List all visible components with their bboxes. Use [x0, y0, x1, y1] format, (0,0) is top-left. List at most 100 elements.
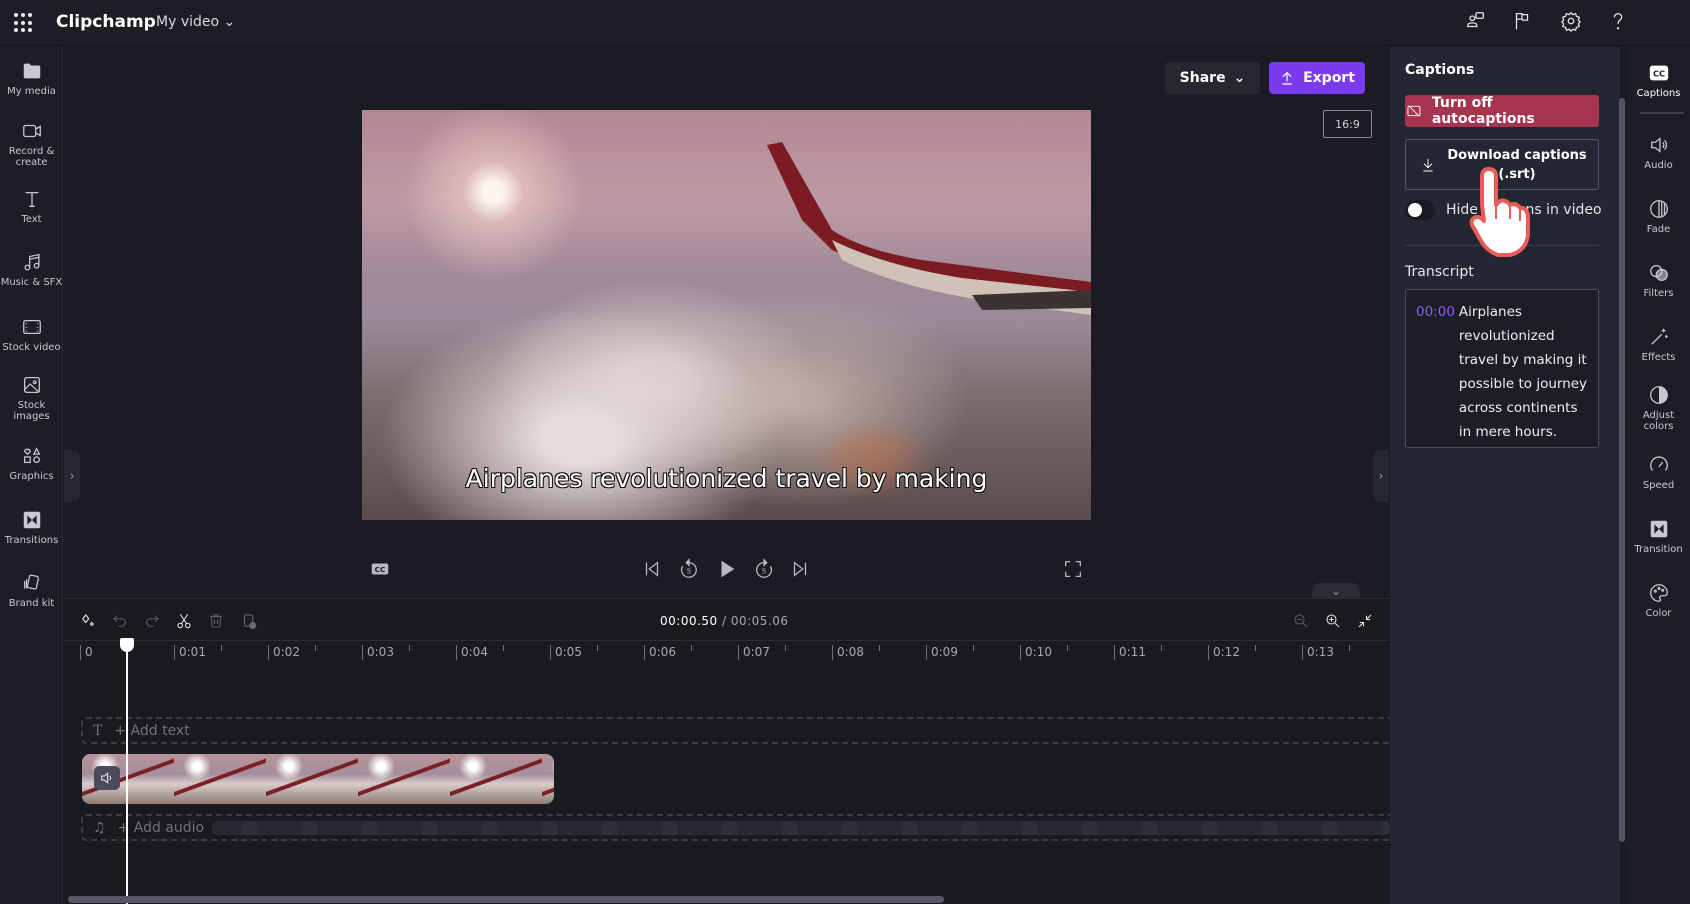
clip-thumbnail	[358, 754, 450, 804]
text-icon	[25, 191, 38, 207]
ruler-tick-label: 0:08	[832, 645, 864, 660]
play-button[interactable]	[714, 556, 740, 582]
transcript-heading: Transcript	[1405, 264, 1474, 280]
clip-thumbnail	[266, 754, 358, 804]
hand-cursor-icon	[1469, 167, 1530, 257]
duplicate-button[interactable]	[238, 610, 260, 632]
ruler-tick-label: 0:04	[456, 645, 488, 660]
rail-captions[interactable]: CC Captions	[1627, 62, 1690, 99]
ruler-tick-label: 0:03	[362, 645, 394, 660]
rail-fade[interactable]: Fade	[1627, 198, 1690, 235]
undo-icon	[113, 615, 126, 627]
add-audio-track[interactable]: ♫ + Add audio	[81, 814, 1391, 841]
split-button[interactable]	[173, 610, 195, 632]
export-button[interactable]: Export	[1269, 62, 1365, 94]
help-icon[interactable]	[1607, 10, 1633, 36]
delete-button[interactable]	[205, 610, 227, 632]
current-time: 00:00.50	[660, 614, 718, 628]
ruler-minor-tick	[409, 645, 410, 651]
feedback-icon[interactable]	[1465, 10, 1491, 36]
rail-transition[interactable]: Transition	[1627, 518, 1690, 555]
forward-5-button[interactable]: 5	[751, 556, 777, 582]
nav-graphics[interactable]: Graphics	[0, 445, 63, 482]
rail-audio[interactable]: Audio	[1627, 134, 1690, 171]
nav-transitions[interactable]: Transitions	[0, 509, 63, 546]
ruler-tick-label: 0:11	[1114, 645, 1146, 660]
rail-color[interactable]: Color	[1627, 582, 1690, 619]
rail-divider	[1640, 112, 1684, 114]
app-title: Clipchamp	[56, 12, 156, 32]
rail-filters[interactable]: Filters	[1627, 262, 1690, 299]
nav-stock-images[interactable]: Stock images	[0, 374, 63, 422]
zoom-out-button[interactable]	[1290, 610, 1312, 632]
playhead[interactable]	[126, 638, 128, 904]
skip-to-end-button[interactable]	[787, 556, 813, 582]
skip-back-icon	[645, 561, 659, 577]
ruler-minor-tick	[1255, 645, 1256, 651]
zoom-in-button[interactable]	[1322, 610, 1344, 632]
transcript-text: Airplanes revolutionized travel by makin…	[1458, 304, 1588, 440]
transcript-entry[interactable]: 00:00 Airplanes revolutionized travel by …	[1416, 300, 1588, 444]
turn-off-autocaptions-button[interactable]: Turn off autocaptions	[1405, 95, 1599, 127]
nav-brand-kit[interactable]: Brand kit	[0, 572, 63, 609]
panel-title: Captions	[1405, 62, 1475, 78]
project-name-dropdown[interactable]: My video ⌄	[156, 14, 235, 30]
add-text-track[interactable]: T + Add text	[81, 717, 1391, 744]
collapse-arrows-icon	[1358, 614, 1372, 628]
app-launcher-icon[interactable]	[14, 13, 34, 33]
undo-button[interactable]	[109, 610, 131, 632]
video-clip[interactable]	[82, 754, 554, 804]
chevron-down-icon: ⌄	[223, 14, 236, 30]
shapes-icon	[23, 447, 40, 464]
video-preview[interactable]: Airplanes revolutionized travel by makin…	[362, 110, 1091, 520]
chevron-right-icon: ›	[1378, 469, 1384, 483]
folder-icon	[23, 63, 40, 79]
transcript-box[interactable]: 00:00 Airplanes revolutionized travel by …	[1405, 289, 1599, 448]
collapse-timeline-button[interactable]: ⌄	[1312, 583, 1360, 598]
nav-text[interactable]: Text	[0, 188, 63, 225]
collapse-right-panel-button[interactable]: ›	[1373, 450, 1389, 502]
captions-toggle-button[interactable]: CC	[367, 556, 393, 582]
chevron-down-icon: ⌄	[1330, 583, 1342, 598]
skip-to-start-button[interactable]	[639, 556, 665, 582]
speaker-icon	[1650, 137, 1667, 153]
forward-5-icon: 5	[756, 558, 773, 578]
timeline-scrollbar[interactable]	[68, 896, 944, 903]
nav-stock-video[interactable]: Stock video	[0, 316, 63, 353]
fade-icon	[1649, 200, 1668, 218]
fullscreen-button[interactable]	[1060, 556, 1086, 582]
share-button[interactable]: Share ⌄	[1165, 62, 1260, 94]
ruler-minor-tick	[597, 645, 598, 651]
aspect-ratio-button[interactable]: 16:9	[1323, 110, 1372, 138]
transcript-timestamp: 00:00	[1416, 304, 1455, 320]
ruler-minor-tick	[785, 645, 786, 651]
nav-my-media[interactable]: My media	[0, 60, 63, 97]
timecode: 00:00.50 / 00:05.06	[660, 614, 789, 628]
redo-button[interactable]	[141, 610, 163, 632]
fit-timeline-button[interactable]	[1354, 610, 1376, 632]
rail-adjust-colors[interactable]: Adjust colors	[1627, 384, 1690, 432]
settings-icon[interactable]	[1560, 10, 1586, 36]
flag-icon[interactable]	[1511, 10, 1537, 36]
rewind-5-button[interactable]: 5	[676, 556, 702, 582]
chevron-down-icon: ⌄	[1233, 70, 1246, 86]
nav-record-create[interactable]: Record & create	[0, 120, 63, 168]
hide-captions-toggle[interactable]	[1405, 200, 1435, 220]
clip-audio-button[interactable]	[94, 766, 120, 790]
ruler-minor-tick	[315, 645, 316, 651]
panel-scrollbar[interactable]	[1619, 98, 1625, 842]
speedometer-icon	[1649, 456, 1668, 471]
filters-icon	[1649, 265, 1668, 281]
rail-effects[interactable]: Effects	[1627, 326, 1690, 363]
scissors-icon	[177, 613, 191, 629]
caption-overlay: Airplanes revolutionized travel by makin…	[465, 464, 988, 493]
expand-left-panel-button[interactable]: ›	[64, 450, 80, 502]
nav-music-sfx[interactable]: Music & SFX	[0, 251, 63, 288]
clip-thumbnail	[542, 754, 554, 804]
rail-speed[interactable]: Speed	[1627, 454, 1690, 491]
ruler-tick-label: 0:13	[1302, 645, 1334, 660]
speaker-icon	[101, 772, 112, 784]
ruler-minor-tick	[691, 645, 692, 651]
ruler-tick-label: 0:12	[1208, 645, 1240, 660]
magic-tools-button[interactable]	[77, 610, 99, 632]
